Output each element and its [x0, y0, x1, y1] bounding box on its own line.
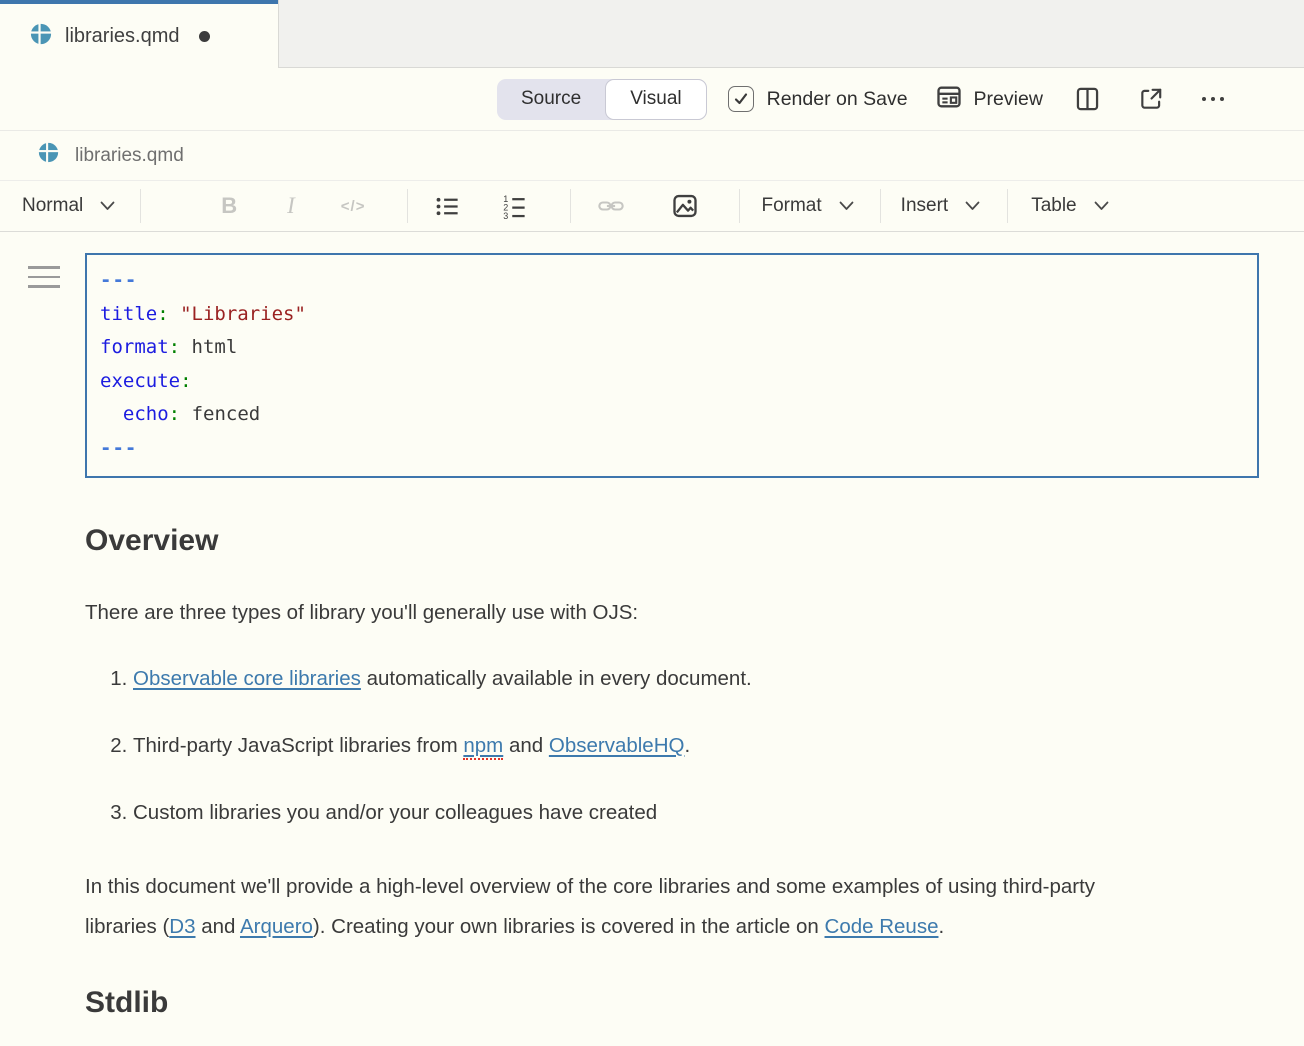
- preview-label: Preview: [974, 88, 1043, 111]
- block-drag-handle[interactable]: [28, 266, 60, 295]
- modified-indicator-dot: [199, 31, 210, 42]
- quarto-icon: [38, 142, 59, 169]
- render-on-save-checkbox[interactable]: [728, 86, 754, 112]
- text-run: .: [938, 915, 944, 938]
- tab-bar: libraries.qmd: [0, 0, 1304, 68]
- inline-link[interactable]: Observable core libraries: [133, 667, 361, 690]
- preview-button[interactable]: Preview: [935, 83, 1043, 116]
- format-menu[interactable]: Format: [761, 195, 853, 217]
- format-toolbar: Normal B I </> 1 2 3: [0, 181, 1304, 232]
- toolbar-divider: [1007, 189, 1008, 223]
- bullet-list-button[interactable]: [434, 193, 461, 220]
- editor-toolbar: Source Visual Render on Save Preview: [0, 68, 1304, 131]
- body-paragraph: In this document we'll provide a high-le…: [85, 867, 1145, 947]
- split-editor-button[interactable]: [1074, 85, 1101, 113]
- intro-paragraph: There are three types of library you'll …: [85, 601, 1304, 625]
- toolbar-divider: [407, 189, 408, 223]
- text-run: ). Creating your own libraries is covere…: [313, 915, 825, 938]
- inline-link[interactable]: Code Reuse: [825, 915, 939, 938]
- list-item: Custom libraries you and/or your colleag…: [133, 799, 1304, 827]
- image-button[interactable]: [671, 192, 699, 220]
- yaml-code-line: format: html: [100, 331, 1247, 365]
- source-visual-toggle: Source Visual: [497, 79, 707, 120]
- chevron-down-icon: [1094, 201, 1109, 211]
- quarto-icon: [30, 23, 52, 50]
- text-run: Custom libraries you and/or your colleag…: [133, 801, 657, 824]
- code-button[interactable]: </>: [341, 198, 366, 215]
- text-run: .: [684, 734, 690, 757]
- toolbar-divider: [880, 189, 881, 223]
- breadcrumb-file-name[interactable]: libraries.qmd: [75, 145, 184, 167]
- ordered-list-icon: 1 2 3: [501, 193, 528, 220]
- section-heading-overview: Overview: [85, 523, 1304, 559]
- render-on-save-label: Render on Save: [767, 88, 908, 111]
- inline-link[interactable]: ObservableHQ: [549, 734, 685, 757]
- insert-menu-label: Insert: [901, 195, 949, 217]
- text-run: automatically available in every documen…: [361, 667, 752, 690]
- text-run: and: [196, 915, 240, 938]
- yaml-code-line: execute:: [100, 365, 1247, 399]
- yaml-front-matter-container: ---title: "Libraries"format: htmlexecute…: [85, 253, 1304, 478]
- image-icon: [671, 192, 699, 220]
- chevron-down-icon: [839, 201, 854, 211]
- ordered-list-button[interactable]: 1 2 3: [501, 193, 528, 220]
- tab-title: libraries.qmd: [65, 25, 179, 48]
- paragraph-style-dropdown[interactable]: Normal: [22, 195, 115, 217]
- text-run: and: [503, 734, 549, 757]
- toolbar-divider: [570, 189, 571, 223]
- table-menu[interactable]: Table: [1031, 195, 1108, 217]
- source-toggle-button[interactable]: Source: [497, 79, 605, 120]
- bullet-list-icon: [434, 193, 461, 220]
- svg-text:3: 3: [504, 210, 509, 219]
- link-icon: [597, 192, 625, 220]
- bold-button[interactable]: B: [221, 193, 237, 219]
- insert-menu[interactable]: Insert: [901, 195, 981, 217]
- table-menu-label: Table: [1031, 195, 1076, 217]
- open-external-icon: [1138, 86, 1164, 112]
- tab-libraries-qmd[interactable]: libraries.qmd: [0, 0, 278, 68]
- inline-link[interactable]: Arquero: [240, 915, 313, 938]
- yaml-code-line: ---: [100, 432, 1247, 466]
- format-menu-label: Format: [761, 195, 821, 217]
- visual-toggle-button[interactable]: Visual: [605, 79, 706, 120]
- yaml-code-line: title: "Libraries": [100, 298, 1247, 332]
- chevron-down-icon: [965, 201, 980, 211]
- list-item: Observable core libraries automatically …: [133, 665, 1304, 693]
- text-run: Third-party JavaScript libraries from: [133, 734, 463, 757]
- italic-button[interactable]: I: [287, 193, 295, 219]
- open-in-new-window-button[interactable]: [1138, 86, 1164, 112]
- yaml-code-line: echo: fenced: [100, 398, 1247, 432]
- list-item: Third-party JavaScript libraries from np…: [133, 732, 1304, 760]
- section-heading-stdlib: Stdlib: [85, 985, 1304, 1021]
- more-options-button[interactable]: [1198, 86, 1228, 112]
- preview-icon: [935, 83, 963, 116]
- more-options-icon: [1198, 86, 1228, 112]
- checkmark-icon: [733, 91, 749, 107]
- visual-editor-canvas[interactable]: ---title: "Libraries"format: htmlexecute…: [0, 232, 1304, 1046]
- toolbar-divider: [140, 189, 141, 223]
- paragraph-style-value: Normal: [22, 195, 83, 217]
- inline-link[interactable]: D3: [169, 915, 195, 938]
- library-types-list: Observable core libraries automatically …: [85, 665, 1304, 827]
- split-editor-icon: [1074, 85, 1101, 113]
- breadcrumb: libraries.qmd: [0, 131, 1304, 181]
- yaml-code-line: ---: [100, 264, 1247, 298]
- inline-link[interactable]: npm: [463, 734, 503, 760]
- toolbar-divider: [739, 189, 740, 223]
- tab-bar-empty-area: [278, 0, 1304, 68]
- chevron-down-icon: [100, 201, 115, 211]
- yaml-front-matter-block[interactable]: ---title: "Libraries"format: htmlexecute…: [85, 253, 1259, 478]
- render-on-save-control[interactable]: Render on Save: [728, 86, 908, 112]
- link-button[interactable]: [597, 192, 625, 220]
